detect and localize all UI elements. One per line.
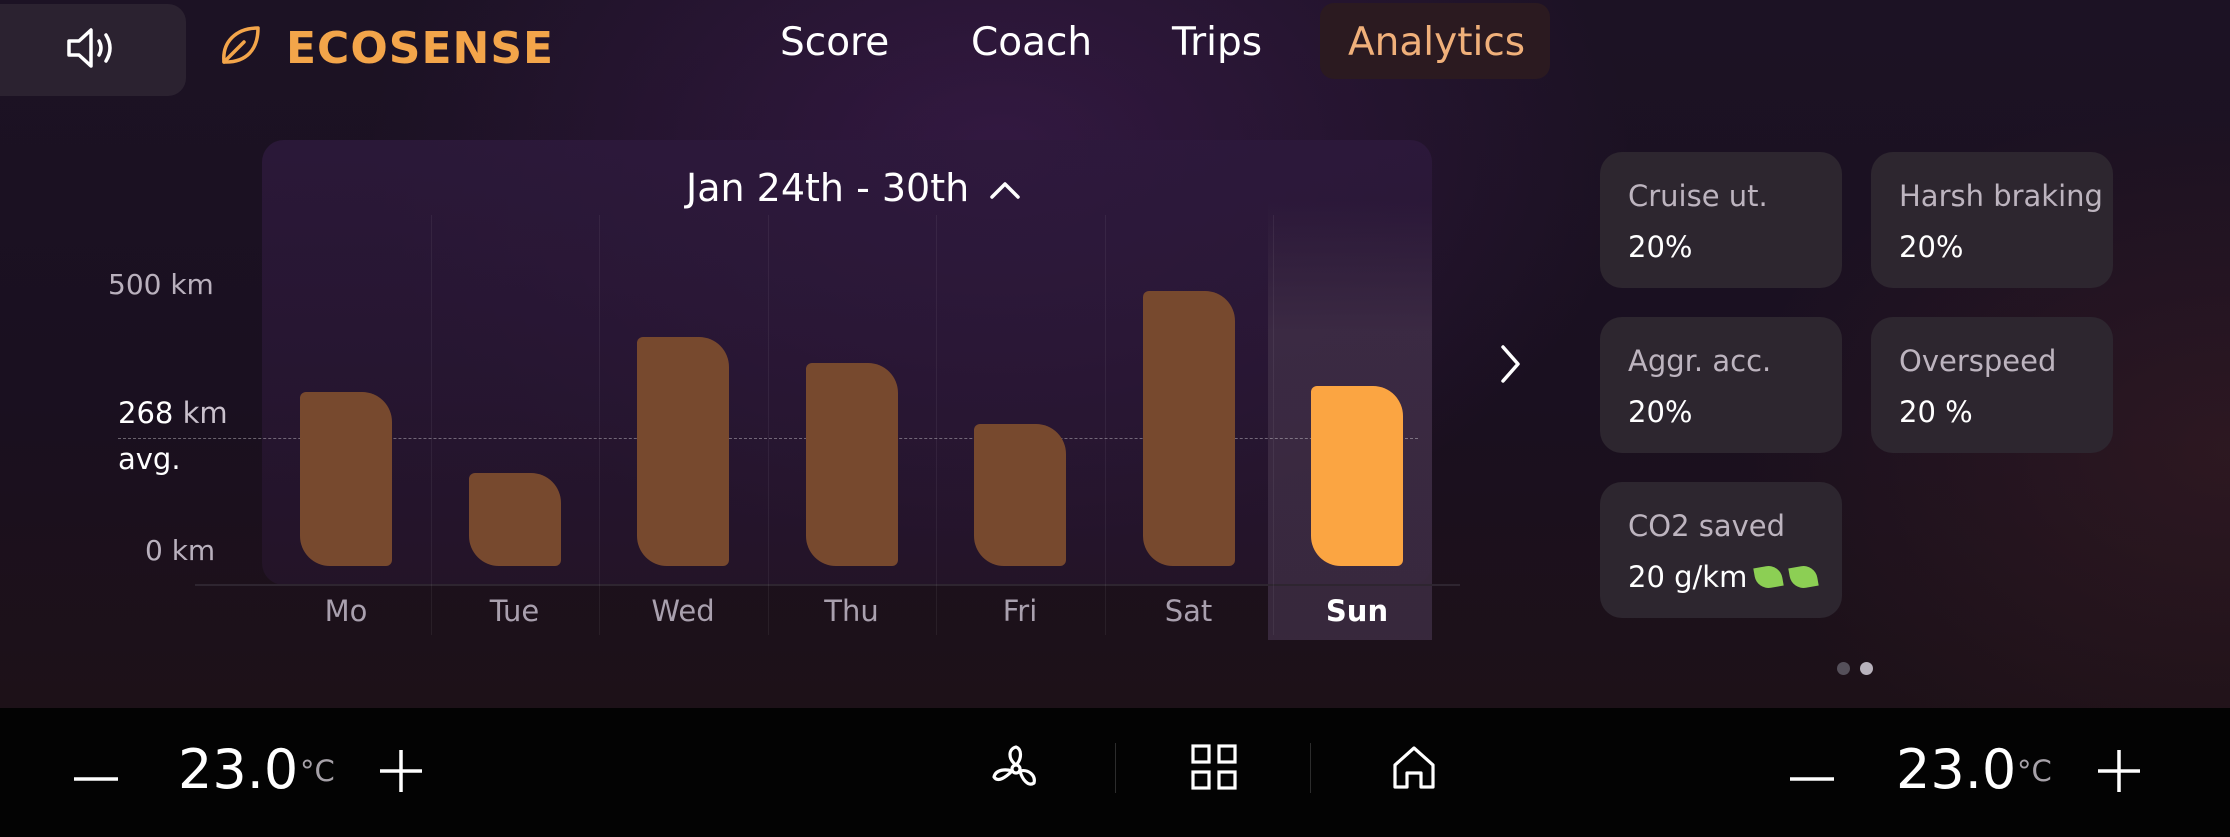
stat-value: 20 g/km	[1628, 560, 1748, 594]
x-label-wed[interactable]: Wed	[599, 594, 767, 628]
divider	[1115, 743, 1116, 793]
brand-name: ECOSENSE	[286, 22, 555, 74]
bar-thu[interactable]	[805, 363, 898, 566]
x-label-tue[interactable]: Tue	[431, 594, 599, 628]
plus-icon[interactable]	[378, 748, 424, 798]
stat-label: Overspeed	[1899, 344, 2057, 378]
bar-sun[interactable]	[1311, 386, 1404, 566]
bar-wed[interactable]	[637, 336, 730, 566]
home-icon[interactable]	[1390, 743, 1438, 795]
x-label-sat[interactable]: Sat	[1105, 594, 1273, 628]
y-axis-top-label: 500 km	[108, 268, 214, 301]
stat-label: CO2 saved	[1628, 509, 1786, 543]
day-column-separator	[936, 215, 937, 635]
date-range-selector[interactable]: Jan 24th - 30th	[686, 166, 1021, 210]
page-dot-active[interactable]	[1860, 662, 1873, 675]
stat-label: Aggr. acc.	[1628, 344, 1772, 378]
x-label-sun[interactable]: Sun	[1273, 594, 1441, 628]
day-column-separator	[1104, 215, 1106, 635]
tab-analytics-label: Analytics	[1348, 20, 1526, 65]
stat-value: 20 %	[1899, 395, 1973, 429]
leaf-icon	[1753, 563, 1785, 591]
x-label-thu[interactable]: Thu	[768, 594, 936, 628]
main-area: ECOSENSE Score Coach Trips Analytics Jan…	[0, 0, 2230, 708]
bar-sat[interactable]	[1142, 290, 1235, 566]
y-axis-bottom-label: 0 km	[145, 534, 216, 567]
grid-icon[interactable]	[1190, 743, 1238, 795]
stat-value: 20%	[1899, 230, 1964, 264]
tab-score[interactable]: Score	[780, 20, 889, 65]
brand: ECOSENSE	[216, 22, 554, 74]
day-column-separator	[430, 215, 432, 635]
day-column-separator	[1273, 215, 1274, 635]
bar-tue[interactable]	[468, 473, 561, 566]
average-value: 268 km	[118, 396, 228, 430]
stat-card-aggressive-acceleration[interactable]: Aggr. acc. 20%	[1600, 317, 1842, 453]
bar-fri[interactable]	[974, 423, 1067, 566]
stat-label: Harsh braking	[1899, 179, 2103, 213]
divider	[1310, 743, 1311, 793]
tab-trips[interactable]: Trips	[1172, 20, 1262, 65]
left-temperature: 23.0	[178, 738, 299, 801]
day-column-separator	[599, 215, 600, 635]
bar-mo[interactable]	[300, 392, 393, 566]
tab-analytics[interactable]: Analytics	[1320, 3, 1550, 79]
leaf-icon	[216, 22, 264, 74]
x-label-mo[interactable]: Mo	[262, 594, 430, 628]
page-dot[interactable]	[1837, 662, 1850, 675]
stat-card-harsh-braking[interactable]: Harsh braking 20%	[1871, 152, 2113, 288]
stat-label: Cruise ut.	[1628, 179, 1768, 213]
date-range-label: Jan 24th - 30th	[686, 166, 970, 210]
chevron-up-icon	[989, 166, 1021, 210]
average-unit: km	[182, 396, 228, 430]
day-column-separator	[767, 215, 769, 635]
page-indicator	[1837, 662, 1873, 675]
stat-card-cruise[interactable]: Cruise ut. 20%	[1600, 152, 1842, 288]
fan-icon[interactable]	[990, 743, 1042, 799]
leaf-icon	[1788, 563, 1820, 591]
x-label-fri[interactable]: Fri	[936, 594, 1104, 628]
stat-card-co2-saved[interactable]: CO2 saved 20 g/km	[1600, 482, 1842, 618]
left-temperature-unit: °C	[300, 754, 335, 788]
stat-value-row: 20 g/km	[1628, 560, 1820, 594]
minus-icon[interactable]	[72, 768, 120, 787]
minus-icon[interactable]	[1788, 768, 1836, 787]
chart-baseline	[195, 584, 1460, 586]
right-temperature: 23.0	[1896, 738, 2017, 801]
sound-button[interactable]	[0, 4, 186, 96]
chevron-right-icon[interactable]	[1496, 342, 1524, 390]
tab-coach[interactable]: Coach	[971, 20, 1092, 65]
average-label: avg.	[118, 442, 181, 476]
stat-value: 20%	[1628, 230, 1693, 264]
stat-value: 20%	[1628, 395, 1693, 429]
right-temperature-unit: °C	[2017, 754, 2052, 788]
speaker-icon	[65, 24, 121, 76]
stat-card-overspeed[interactable]: Overspeed 20 %	[1871, 317, 2113, 453]
plus-icon[interactable]	[2096, 748, 2142, 798]
average-number: 268	[118, 396, 174, 430]
